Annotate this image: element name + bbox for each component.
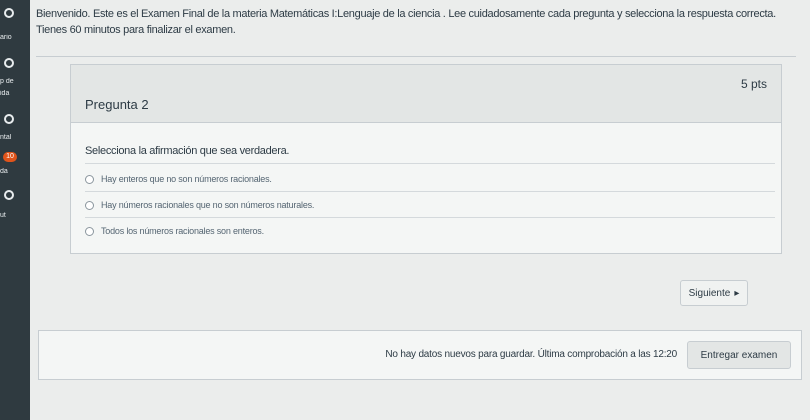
- calendar-icon[interactable]: [4, 114, 14, 124]
- nav-item-fragment[interactable]: ario: [0, 34, 30, 41]
- history-icon[interactable]: [4, 190, 14, 200]
- submit-quiz-button[interactable]: Entregar examen: [687, 341, 791, 369]
- answer-option[interactable]: Hay números racionales que no son número…: [85, 195, 775, 215]
- quiz-instructions: Bienvenido. Este es el Examen Final de l…: [36, 8, 776, 36]
- question-header: Pregunta 2 5 pts: [71, 65, 781, 123]
- radio-button[interactable]: [85, 174, 94, 184]
- account-icon[interactable]: [4, 8, 14, 18]
- radio-button[interactable]: [85, 200, 94, 210]
- next-button-label: Siguiente: [688, 287, 731, 299]
- dashboard-icon[interactable]: [4, 58, 14, 68]
- autosave-status: No hay datos nuevos para guardar. Última…: [385, 349, 677, 360]
- quiz-content: Bienvenido. Este es el Examen Final de l…: [30, 0, 810, 420]
- nav-item-fragment[interactable]: p de: [0, 78, 30, 85]
- answer-option[interactable]: Hay enteros que no son números racionale…: [85, 169, 775, 189]
- question-title: Pregunta 2: [85, 97, 149, 112]
- divider: [85, 163, 775, 164]
- nav-item-fragment[interactable]: da: [0, 168, 30, 175]
- next-button[interactable]: Siguiente ▸: [680, 280, 748, 306]
- question-card: Pregunta 2 5 pts Selecciona la afirmació…: [70, 64, 782, 254]
- chevron-right-icon: ▸: [734, 287, 740, 299]
- question-prompt: Selecciona la afirmación que sea verdade…: [85, 145, 290, 157]
- answer-label: Hay números racionales que no son número…: [101, 200, 315, 210]
- nav-item-fragment[interactable]: ntal: [0, 134, 30, 141]
- question-points: 5 pts: [740, 77, 767, 91]
- radio-button[interactable]: [85, 226, 94, 236]
- divider: [85, 217, 775, 218]
- answer-label: Todos los números racionales son enteros…: [101, 226, 264, 236]
- answer-label: Hay enteros que no son números racionale…: [101, 174, 272, 184]
- answer-option[interactable]: Todos los números racionales son enteros…: [85, 221, 775, 241]
- divider: [36, 56, 796, 57]
- nav-item-fragment[interactable]: ida: [0, 90, 30, 97]
- notification-badge: 10: [3, 152, 17, 162]
- course-navigation: ario p de ida ntal 10 da ut: [0, 0, 30, 420]
- divider: [85, 191, 775, 192]
- nav-item-fragment[interactable]: ut: [0, 212, 30, 219]
- quiz-footer: No hay datos nuevos para guardar. Última…: [38, 330, 802, 380]
